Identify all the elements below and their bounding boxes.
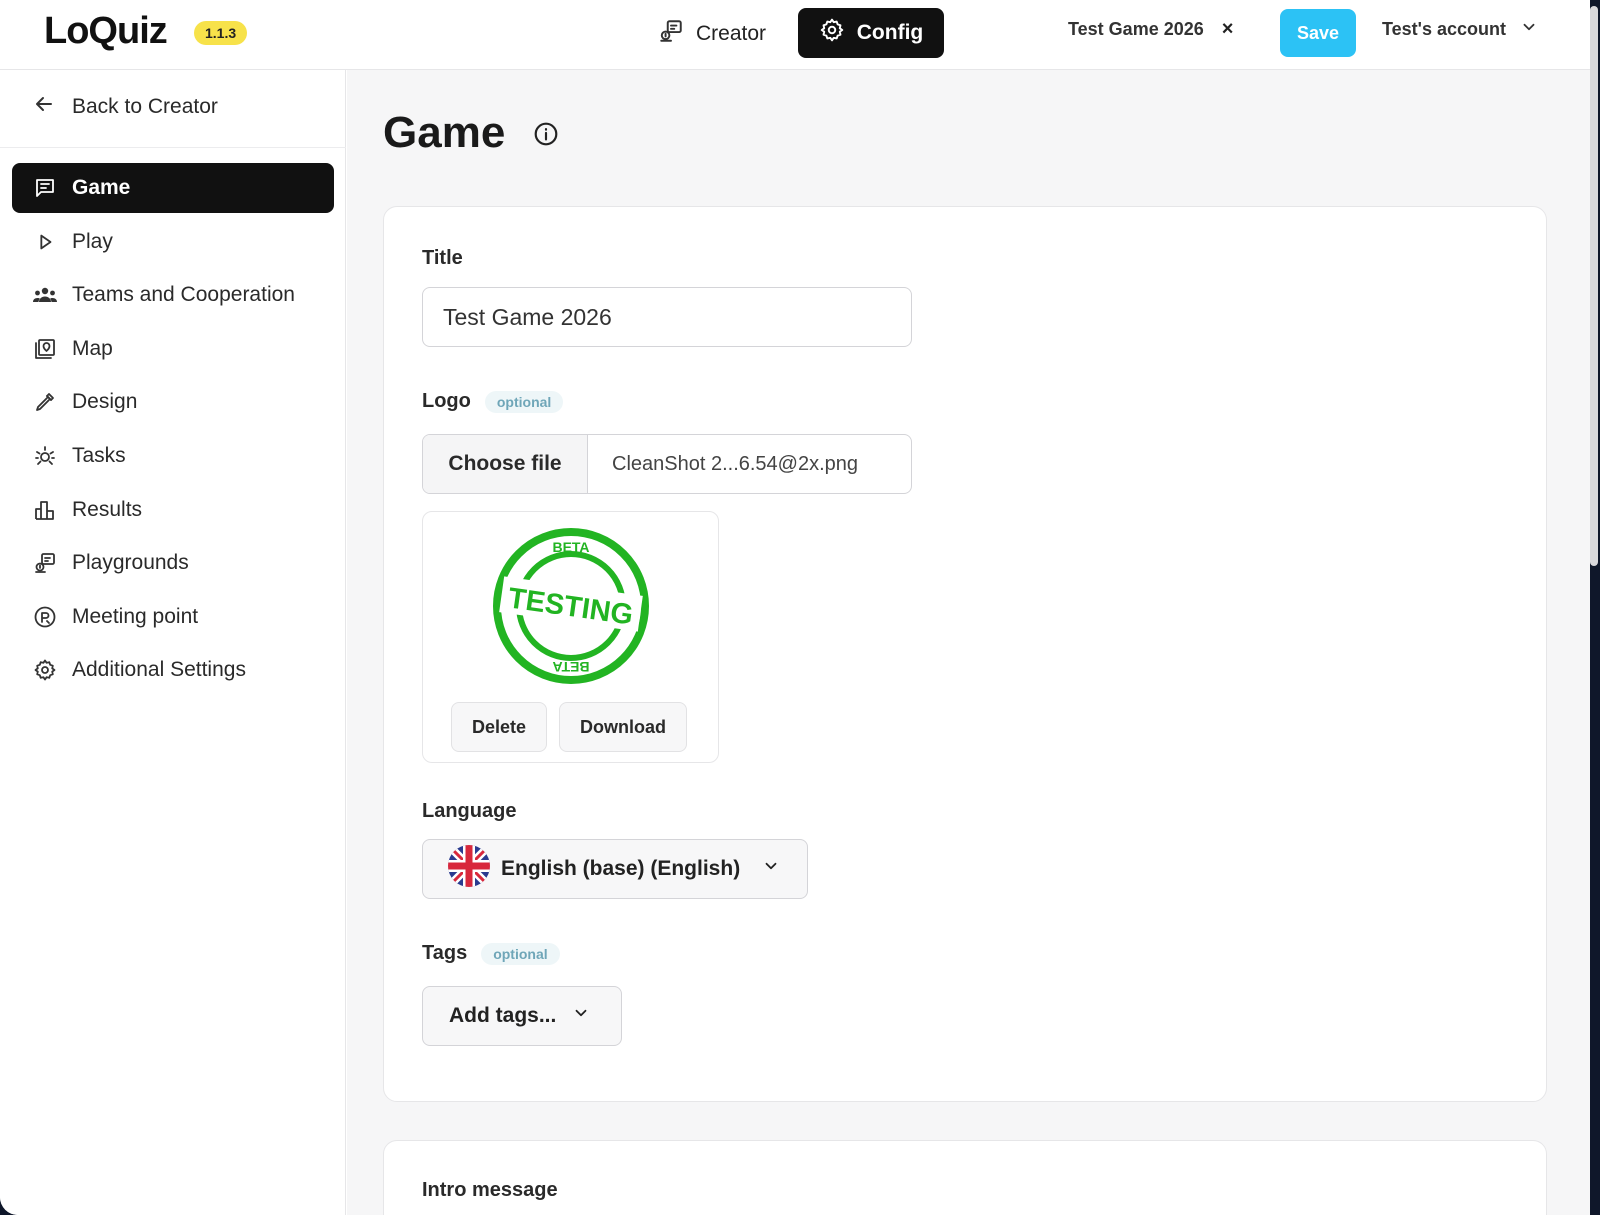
stamp-top-text: BETA [552, 539, 589, 555]
intro-message-card: Intro message [383, 1140, 1547, 1215]
version-badge: 1.1.3 [194, 21, 248, 45]
sidebar-item-label: Game [72, 176, 131, 199]
sidebar-item-results[interactable]: Results [12, 485, 334, 535]
intro-message-label: Intro message [422, 1179, 558, 1202]
sidebar-item-label: Map [72, 336, 113, 360]
tags-label-text: Tags [422, 942, 468, 964]
account-menu[interactable]: Test's account [1382, 18, 1538, 41]
meeting-point-icon [32, 604, 58, 630]
save-button[interactable]: Save [1280, 9, 1356, 57]
back-label: Back to Creator [72, 95, 218, 118]
sidebar-item-label: Teams and Cooperation [72, 283, 295, 307]
page-title-text: Game [383, 108, 506, 157]
info-icon[interactable] [533, 108, 559, 158]
pipette-icon [32, 389, 58, 415]
app-logo[interactable]: LoQuiz [44, 10, 168, 53]
selected-file-name: CleanShot 2...6.54@2x.png [612, 452, 859, 475]
game-tab-label: Test Game 2026 [1068, 19, 1204, 39]
arrow-left-icon [32, 92, 56, 122]
nav-config-button[interactable]: Config [798, 8, 944, 58]
logo-label-text: Logo [422, 390, 471, 412]
nav-config-label: Config [856, 21, 924, 44]
sidebar-item-playgrounds[interactable]: Playgrounds [12, 538, 334, 588]
gear-icon [819, 17, 845, 49]
message-square-icon [32, 175, 58, 201]
sidebar-item-label: Additional Settings [72, 658, 246, 682]
playground-icon [32, 550, 58, 576]
sidebar-item-label: Play [72, 229, 113, 253]
gear-icon [32, 657, 58, 683]
choose-file-button[interactable]: Choose file [423, 435, 588, 493]
main-content: Game Title Logo optional Choose file Cle… [347, 70, 1590, 1215]
language-label-text: Language [422, 800, 517, 822]
sidebar-item-additional-settings[interactable]: Additional Settings [12, 645, 334, 695]
delete-logo-button[interactable]: Delete [451, 702, 547, 752]
top-bar: LoQuiz 1.1.3 Creator Config Test Game 20… [0, 0, 1590, 70]
app-window: LoQuiz 1.1.3 Creator Config Test Game 20… [0, 0, 1590, 1215]
download-logo-button[interactable]: Download [559, 702, 687, 752]
language-label: Language [422, 800, 516, 823]
game-settings-card: Title Logo optional Choose file CleanSho… [383, 206, 1547, 1102]
page-title: Game [383, 108, 559, 158]
sidebar-item-meeting-point[interactable]: Meeting point [12, 592, 334, 642]
optional-badge: optional [481, 942, 560, 965]
play-icon [32, 229, 58, 255]
sidebar-item-label: Playgrounds [72, 551, 189, 575]
users-icon [32, 282, 58, 308]
sidebar-item-label: Tasks [72, 443, 126, 467]
sidebar-item-label: Results [72, 497, 143, 521]
stamp-bottom-text: BETA [552, 659, 589, 675]
sidebar-item-label: Meeting point [72, 604, 199, 628]
sidebar-item-tasks[interactable]: Tasks [12, 431, 334, 481]
playground-icon [658, 18, 684, 50]
nav-creator-button[interactable]: Creator [648, 12, 780, 56]
logo-label: Logo optional [422, 390, 564, 413]
title-label: Title [422, 247, 463, 270]
sidebar-divider [0, 147, 346, 148]
back-to-creator-link[interactable]: Back to Creator [32, 92, 218, 122]
language-select[interactable]: English (base) (English) [422, 839, 808, 899]
title-input[interactable] [422, 287, 912, 347]
tags-label: Tags optional [422, 942, 560, 965]
sidebar-item-teams[interactable]: Teams and Cooperation [12, 270, 334, 320]
sidebar-item-map[interactable]: Map [12, 324, 334, 374]
logo-file-input[interactable]: Choose file CleanShot 2...6.54@2x.png [422, 434, 912, 494]
uk-flag-icon [447, 844, 491, 894]
sidebar-item-design[interactable]: Design [12, 377, 334, 427]
tags-select[interactable]: Add tags... [422, 986, 622, 1046]
sidebar-menu: Game Play Teams and Cooperation Map Desi… [12, 163, 334, 699]
bar-chart-icon [32, 497, 58, 523]
intro-label-text: Intro message [422, 1179, 558, 1201]
sparkle-icon [32, 443, 58, 469]
account-label: Test's account [1382, 19, 1506, 39]
logo-preview: BETA TESTING BETA Delete Download [422, 511, 719, 763]
chevron-down-icon [1520, 18, 1538, 41]
nav-creator-label: Creator [696, 22, 767, 45]
tags-placeholder: Add tags... [449, 1004, 557, 1027]
open-game-tab[interactable]: Test Game 2026 × [1068, 18, 1233, 41]
scrollbar-thumb[interactable] [1590, 6, 1598, 566]
close-icon[interactable]: × [1222, 18, 1234, 41]
sidebar-item-label: Design [72, 390, 138, 414]
chevron-down-icon [762, 857, 780, 881]
logo-image: BETA TESTING BETA [491, 524, 651, 693]
chevron-down-icon [572, 1004, 590, 1028]
language-value: English (base) (English) [501, 857, 741, 880]
sidebar-item-play[interactable]: Play [12, 217, 334, 267]
sidebar: Back to Creator Game Play Teams and Coop… [0, 70, 346, 1215]
title-label-text: Title [422, 247, 463, 269]
optional-badge: optional [484, 390, 564, 413]
map-pin-icon [32, 336, 58, 362]
sidebar-item-game[interactable]: Game [12, 163, 334, 213]
